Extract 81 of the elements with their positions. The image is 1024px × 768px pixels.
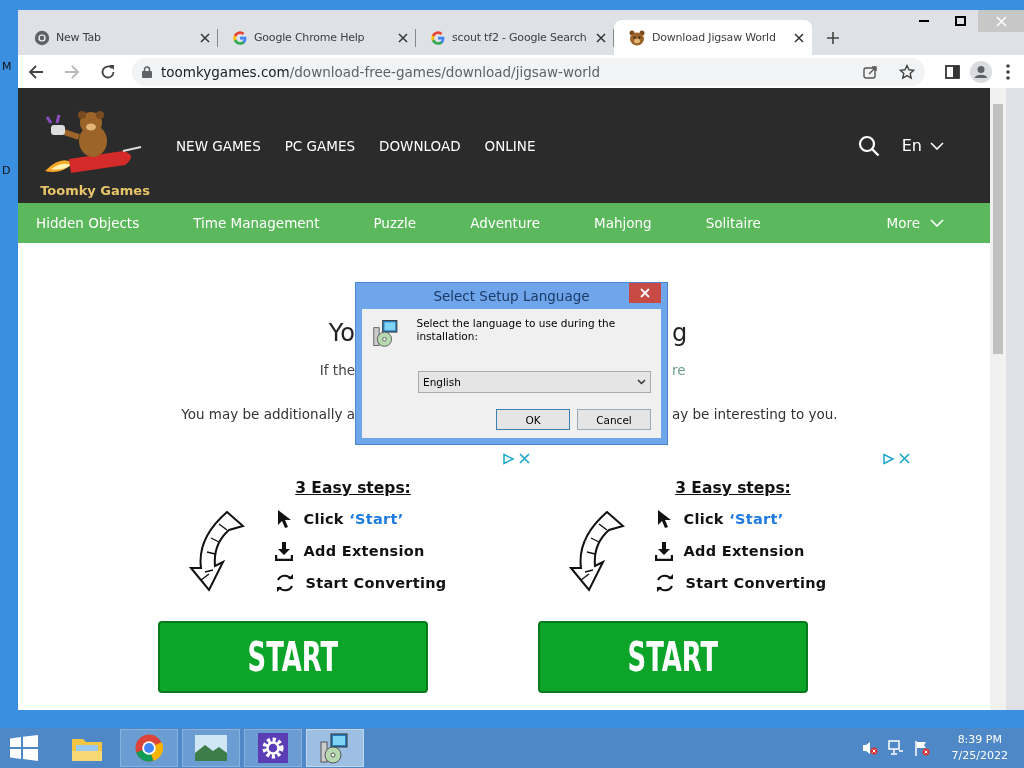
new-tab-icon[interactable] [826, 31, 840, 45]
curved-arrow-icon [189, 510, 246, 592]
desktop-icon-label: M [2, 60, 12, 73]
minimize-icon[interactable] [919, 19, 929, 23]
tab-icon [430, 29, 446, 46]
ad-title: 3 Easy steps: [295, 479, 411, 497]
tab-icon [628, 29, 646, 46]
close-icon[interactable] [794, 32, 804, 43]
installer-icon [319, 732, 351, 764]
menu-icon[interactable] [1006, 63, 1010, 80]
clock-date[interactable]: 7/25/2022 [951, 748, 1008, 764]
page-text: You may be additionally a [180, 406, 355, 422]
nav-link[interactable]: DOWNLOAD [379, 137, 461, 154]
close-icon[interactable] [398, 32, 408, 43]
curved-arrow-icon [569, 510, 626, 592]
scrollbar[interactable] [990, 88, 1006, 710]
page-text: ay be interesting to you. [671, 406, 839, 422]
back-icon[interactable] [28, 63, 44, 80]
start-icon[interactable] [10, 735, 38, 761]
step-text: Start Converting [305, 575, 447, 591]
ad-choices-icon[interactable] [882, 453, 895, 465]
lock-icon [142, 65, 152, 78]
language-selector[interactable]: En [901, 136, 944, 155]
step-text: Click ‘Start’ [303, 511, 404, 527]
maximize-icon[interactable] [954, 16, 966, 26]
clock-time[interactable]: 8:39 PM [957, 732, 1002, 748]
installer-icon [372, 317, 401, 349]
desktop-icon-label: D [2, 164, 11, 177]
page-text: If the [318, 362, 355, 378]
chevron-down-icon [930, 141, 944, 150]
landscape-icon [195, 735, 227, 761]
chrome-icon [134, 733, 164, 763]
download-icon [655, 541, 674, 561]
download-icon [275, 541, 294, 561]
gear-icon [258, 733, 288, 763]
flag-icon[interactable] [913, 740, 930, 756]
address-bar[interactable]: toomkygames.com/download-free-games/download/jigsaw-world [132, 57, 925, 86]
nav-link[interactable]: NEW GAMES [176, 137, 261, 154]
chevron-down-icon [637, 379, 646, 385]
forward-icon [64, 63, 80, 80]
speaker-muted-icon[interactable] [861, 740, 878, 756]
reload-icon[interactable] [100, 63, 116, 80]
refresh-icon [655, 573, 676, 593]
taskbar-app[interactable] [120, 729, 178, 767]
step-text: Add Extension [683, 543, 805, 559]
search-icon[interactable] [857, 134, 880, 157]
step-text: Click ‘Start’ [683, 511, 784, 527]
dialog-button[interactable]: OK [496, 409, 570, 430]
close-button[interactable] [629, 283, 661, 303]
page-text: g [671, 319, 689, 347]
close-icon[interactable] [200, 32, 210, 43]
close-icon[interactable] [596, 32, 606, 43]
share-icon[interactable] [863, 64, 878, 79]
ad-choices-icon[interactable] [502, 453, 515, 465]
refresh-icon [275, 573, 296, 593]
dialog-button[interactable]: Cancel [577, 409, 651, 430]
ad-title: 3 Easy steps: [675, 479, 791, 497]
network-icon[interactable] [887, 740, 904, 756]
browser-tab[interactable]: New Tab [20, 20, 218, 55]
dialog-title: Select Setup Language [433, 288, 590, 304]
profile-icon[interactable] [970, 60, 992, 83]
nav-link[interactable]: ONLINE [484, 137, 536, 154]
nav-link[interactable]: PC GAMES [284, 137, 356, 154]
tab-icon [232, 29, 248, 46]
star-icon[interactable] [899, 63, 915, 80]
browser-tab[interactable]: Download Jigsaw World [614, 20, 812, 55]
taskbar-app[interactable] [244, 729, 302, 767]
side-panel-icon[interactable] [945, 64, 960, 79]
logo-text[interactable]: Toomky Games [40, 182, 150, 198]
tab-icon [34, 29, 50, 46]
taskbar-app[interactable] [182, 729, 240, 767]
language-dropdown[interactable]: English [418, 371, 651, 393]
browser-tab[interactable]: Google Chrome Help [218, 20, 416, 55]
step-text: Start Converting [685, 575, 827, 591]
step-text: Add Extension [303, 543, 425, 559]
page-text: Yo [327, 319, 355, 347]
close-icon [640, 288, 650, 298]
browser-tab[interactable]: scout tf2 - Google Search [416, 20, 614, 55]
taskbar-app[interactable] [306, 729, 364, 767]
dialog-message: Select the language to use during the installation: [416, 317, 617, 344]
chevron-down-icon [930, 219, 944, 227]
